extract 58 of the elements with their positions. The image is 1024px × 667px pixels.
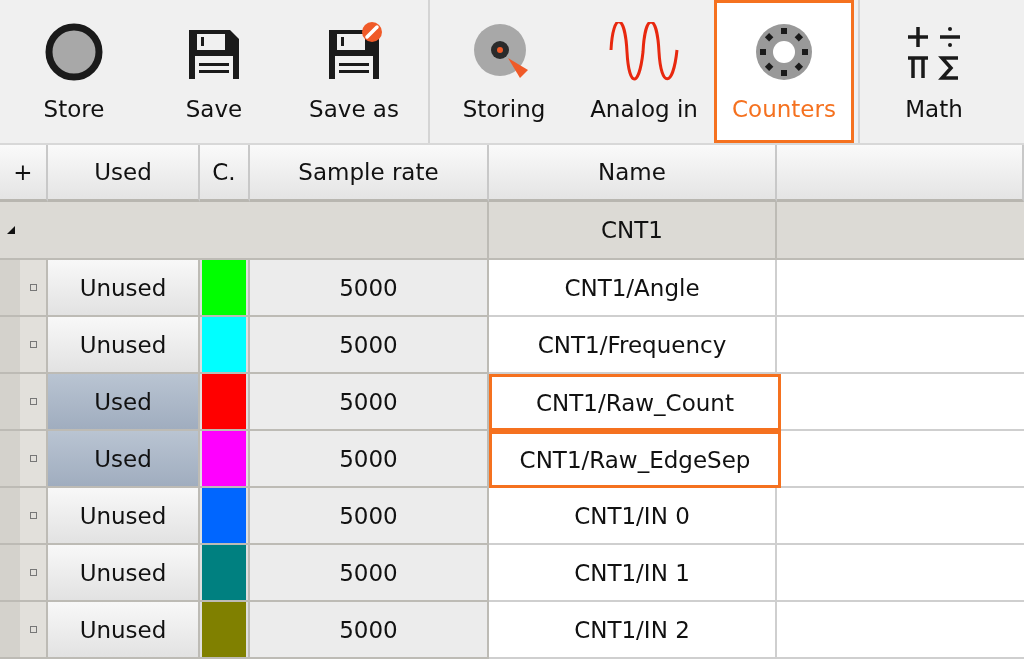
toolbar-button[interactable]: Store [4, 0, 144, 143]
row-marker-icon [29, 455, 37, 462]
used-toggle-button[interactable]: Used [48, 374, 200, 431]
toolbar-button[interactable]: Analog in [574, 0, 714, 143]
color-swatch[interactable] [202, 374, 246, 429]
name-cell[interactable]: CNT1/IN 2 [489, 602, 777, 659]
column-header[interactable]: C. [200, 145, 250, 202]
row-header[interactable] [0, 602, 48, 659]
collapse-triangle-icon[interactable] [6, 225, 16, 235]
sample-rate-cell: 5000 [250, 317, 489, 374]
toolbar-button[interactable]: Save as [284, 0, 424, 143]
name-cell[interactable]: CNT1/IN 1 [489, 545, 777, 602]
color-swatch[interactable] [202, 488, 246, 543]
circle-icon [44, 21, 104, 82]
row-marker-icon [29, 569, 37, 576]
used-toggle-button[interactable]: Unused [48, 488, 200, 545]
row-header[interactable] [0, 488, 48, 545]
color-swatch[interactable] [202, 602, 246, 657]
name-cell[interactable]: CNT1/IN 0 [489, 488, 777, 545]
row-marker-icon [29, 341, 37, 348]
color-swatch[interactable] [202, 317, 246, 372]
column-header[interactable]: Name [489, 145, 777, 202]
color-swatch[interactable] [202, 545, 246, 600]
row-marker-icon [29, 626, 37, 633]
used-toggle-button[interactable]: Unused [48, 602, 200, 659]
used-toggle-button[interactable]: Used [48, 431, 200, 488]
sample-rate-cell: 5000 [250, 545, 489, 602]
row-marker-icon [29, 512, 37, 519]
row-header[interactable] [0, 317, 48, 374]
name-cell[interactable]: CNT1/Raw_EdgeSep [489, 431, 781, 488]
ring-icon [754, 21, 814, 82]
row-header[interactable] [0, 545, 48, 602]
row-header[interactable] [0, 431, 48, 488]
sine-wave-icon [609, 21, 679, 82]
column-header[interactable]: Sample rate [250, 145, 489, 202]
toolbar-button[interactable]: Math [864, 0, 1004, 143]
name-cell[interactable]: CNT1/Frequency [489, 317, 777, 374]
name-cell[interactable]: CNT1/Raw_Count [489, 374, 781, 431]
sample-rate-cell: 5000 [250, 602, 489, 659]
toolbar-button[interactable]: Save [144, 0, 284, 143]
used-toggle-button[interactable]: Unused [48, 260, 200, 317]
row-marker-icon [29, 284, 37, 291]
row-header[interactable] [0, 374, 48, 431]
row-marker-icon [29, 398, 37, 405]
row-header[interactable] [0, 260, 48, 317]
column-header[interactable]: Used [48, 145, 200, 202]
sample-rate-cell: 5000 [250, 488, 489, 545]
name-cell[interactable]: CNT1/Angle [489, 260, 777, 317]
used-toggle-button[interactable]: Unused [48, 545, 200, 602]
column-header[interactable]: + [0, 145, 48, 202]
sample-rate-cell: 5000 [250, 260, 489, 317]
sample-rate-cell: 5000 [250, 431, 489, 488]
color-swatch[interactable] [202, 260, 246, 315]
sample-rate-cell: 5000 [250, 374, 489, 431]
group-name: CNT1 [489, 202, 777, 260]
color-swatch[interactable] [202, 431, 246, 486]
used-toggle-button[interactable]: Unused [48, 317, 200, 374]
toolbar-button[interactable]: Storing [434, 0, 574, 143]
